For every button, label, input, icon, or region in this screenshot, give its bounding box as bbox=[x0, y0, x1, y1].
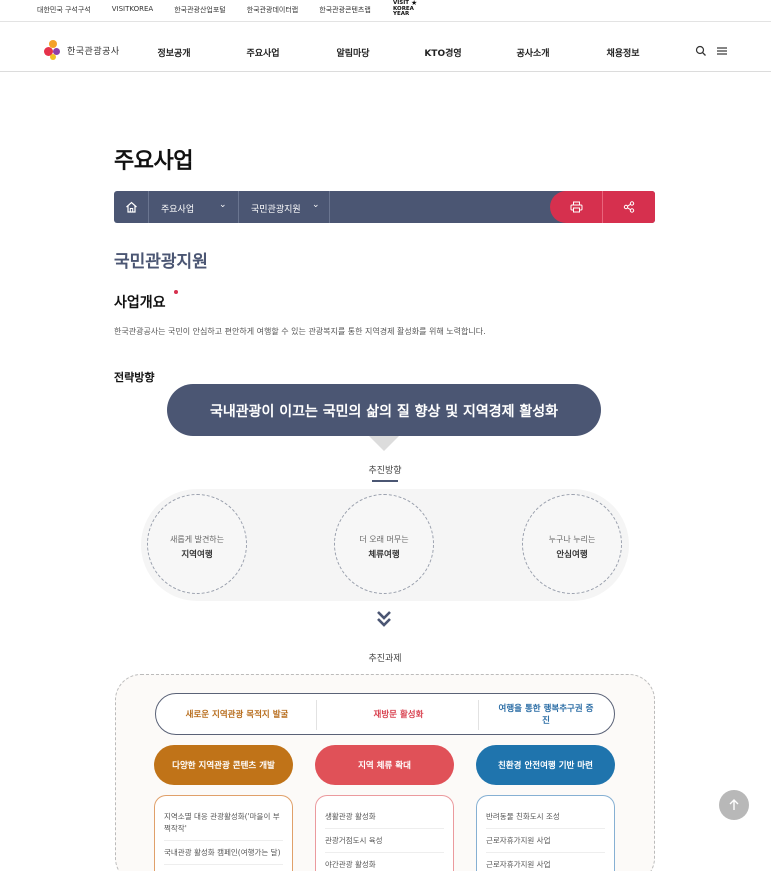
direction-circle-line2: 안심여행 bbox=[556, 550, 588, 560]
goals-bar: 새로운 지역관광 목적지 발굴 재방문 활성화 여행을 통한 행복추구권 증진 bbox=[155, 693, 615, 735]
goal-item: 여행을 통한 행복추구권 증진 bbox=[498, 704, 594, 726]
link-tourism-contentlab[interactable]: 한국관광콘텐츠랩 bbox=[319, 5, 371, 15]
logo-text: 한국관광공사 bbox=[67, 46, 120, 57]
strategy-heading: 전략방향 bbox=[114, 371, 155, 384]
breadcrumb-level1-select[interactable]: 주요사업 ⌄ bbox=[149, 191, 239, 223]
family-site-links: 대한민국 구석구석 VISITKOREA 한국관광산업포털 한국관광데이터랩 한… bbox=[37, 5, 392, 15]
direction-circle-line1: 새롭게 발견하는 bbox=[169, 535, 225, 544]
direction-circle-line2: 체류여행 bbox=[368, 550, 400, 560]
chevron-down-icon: ⌄ bbox=[219, 200, 227, 210]
section-subtitle: 국민관광지원 bbox=[114, 252, 208, 272]
nav-kto-management[interactable]: KTO경영 bbox=[424, 46, 461, 59]
directions-label: 추진방향 bbox=[368, 466, 402, 476]
direction-circle-line1: 더 오래 머무는 bbox=[359, 535, 409, 544]
task-items-box: 반려동물 친화도시 조성 근로자휴가지원 사업 근로자휴가지원 사업 bbox=[476, 795, 615, 871]
chevron-down-icon: ⌄ bbox=[312, 200, 320, 210]
heading-accent-dot bbox=[174, 290, 178, 294]
overview-heading: 사업개요 bbox=[114, 295, 166, 311]
link-visitkorea[interactable]: VISITKOREA bbox=[112, 5, 153, 15]
task-item: 근로자휴가지원 사업 bbox=[486, 853, 605, 871]
print-icon[interactable] bbox=[570, 201, 583, 213]
task-title-pill: 지역 체류 확대 bbox=[315, 745, 454, 785]
task-item: 지역소멸 대응 관광활성화('마을이 부쩍작작' bbox=[164, 796, 283, 841]
direction-circle: 더 오래 머무는 체류여행 bbox=[334, 494, 434, 594]
home-button[interactable] bbox=[114, 191, 149, 223]
breadcrumb-level2-select[interactable]: 국민관광지원 ⌄ bbox=[239, 191, 330, 223]
nav-info-disclosure[interactable]: 정보공개 bbox=[157, 46, 190, 59]
vision-arrow bbox=[369, 436, 399, 451]
task-items-box: 생활관광 활성화 관광거점도시 육성 야간관광 활성화 bbox=[315, 795, 454, 871]
task-item: 국내관광 활성화 캠페인(여행가는 달) bbox=[164, 841, 283, 865]
task-items-box: 지역소멸 대응 관광활성화('마을이 부쩍작작' 국내관광 활성화 캠페인(여행… bbox=[154, 795, 293, 871]
direction-circle-line1: 누구나 누리는 bbox=[548, 535, 596, 544]
goal-item: 새로운 지역관광 목적지 발굴 bbox=[185, 710, 289, 720]
link-korea-gusuk[interactable]: 대한민국 구석구석 bbox=[37, 5, 91, 15]
goal-item: 재방문 활성화 bbox=[373, 710, 424, 720]
task-title-pill: 친환경 안전여행 기반 마련 bbox=[476, 745, 615, 785]
nav-about[interactable]: 공사소개 bbox=[516, 46, 549, 59]
breadcrumb-actions bbox=[550, 191, 655, 223]
hamburger-icon[interactable] bbox=[716, 45, 728, 57]
arrow-up-icon bbox=[729, 799, 739, 810]
home-icon bbox=[126, 201, 137, 213]
double-chevron-down-icon bbox=[377, 611, 391, 627]
direction-circle-line2: 지역여행 bbox=[181, 550, 213, 560]
share-icon[interactable] bbox=[623, 201, 635, 213]
search-icon[interactable] bbox=[695, 45, 707, 57]
task-item: 야간관광 활성화 bbox=[325, 853, 444, 871]
page-title: 주요사업 bbox=[114, 149, 193, 174]
breadcrumb-level2-label: 국민관광지원 bbox=[251, 205, 301, 215]
star-icon: ★ bbox=[411, 0, 418, 7]
link-tourism-industry-portal[interactable]: 한국관광산업포털 bbox=[174, 5, 226, 15]
utility-bar: 대한민국 구석구석 VISITKOREA 한국관광산업포털 한국관광데이터랩 한… bbox=[0, 0, 771, 22]
main-header: 한국관광공사 정보공개 주요사업 알림마당 KTO경영 공사소개 채용정보 bbox=[0, 28, 771, 72]
vision-text: 국내관광이 이끄는 국민의 삶의 질 향상 및 지역경제 활성화 bbox=[209, 404, 559, 420]
tasks-label: 추진과제 bbox=[368, 654, 402, 664]
task-item: 근로자휴가지원 사업 bbox=[486, 829, 605, 853]
directions-label-underline bbox=[372, 480, 398, 482]
nav-main-business[interactable]: 주요사업 bbox=[246, 46, 279, 59]
scroll-to-top-button[interactable] bbox=[719, 790, 749, 820]
task-item: 반려동물 친화도시 조성 bbox=[486, 796, 605, 829]
task-title-pill: 다양한 지역관광 콘텐츠 개발 bbox=[154, 745, 293, 785]
direction-circle: 새롭게 발견하는 지역여행 bbox=[147, 494, 247, 594]
nav-recruit[interactable]: 채용정보 bbox=[606, 46, 639, 59]
task-item: 관광거점도시 육성 bbox=[325, 829, 444, 853]
direction-circle: 누구나 누리는 안심여행 bbox=[522, 494, 622, 594]
visit-korea-year-logo[interactable]: VISIT KOREA YEAR ★ bbox=[393, 0, 425, 18]
vision-banner: 국내관광이 이끄는 국민의 삶의 질 향상 및 지역경제 활성화 bbox=[167, 384, 601, 436]
breadcrumb-level1-label: 주요사업 bbox=[161, 205, 195, 215]
nav-notice[interactable]: 알림마당 bbox=[336, 46, 369, 59]
kto-logo-mark-icon bbox=[43, 39, 65, 61]
overview-text: 한국관광공사는 국민이 안심하고 편안하게 여행할 수 있는 관광복지를 통한 … bbox=[114, 327, 486, 336]
link-tourism-datalab[interactable]: 한국관광데이터랩 bbox=[247, 5, 299, 15]
task-item: 생활관광 활성화 bbox=[325, 796, 444, 829]
kto-logo[interactable]: 한국관광공사 bbox=[43, 39, 120, 61]
breadcrumb: 주요사업 ⌄ 국민관광지원 ⌄ bbox=[114, 191, 655, 223]
